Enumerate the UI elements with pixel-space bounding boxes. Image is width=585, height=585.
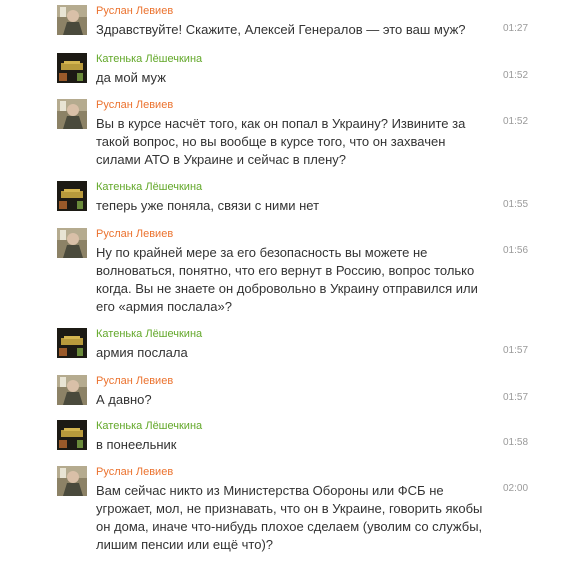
katenka-dark-avatar[interactable] xyxy=(57,328,87,358)
message-time: 01:58 xyxy=(503,437,529,448)
message-time: 01:57 xyxy=(503,345,529,356)
author-name[interactable]: Катенька Лёшечкина xyxy=(96,328,202,341)
message-text: Вам сейчас никто из Министерства Обороны… xyxy=(96,483,483,552)
message-text: А давно? xyxy=(96,392,152,407)
message-time: 01:55 xyxy=(503,199,529,210)
message-text: Вы в курсе насчёт того, как он попал в У… xyxy=(96,116,466,167)
katenka-dark-avatar[interactable] xyxy=(57,420,87,450)
message-text: Ну по крайней мере за его безопасность в… xyxy=(96,245,478,314)
message-text: в понеельник xyxy=(96,437,177,452)
katenka-dark-avatar[interactable] xyxy=(57,53,87,83)
message-time: 01:52 xyxy=(503,70,529,81)
message-time: 01:56 xyxy=(503,245,529,256)
author-name[interactable]: Катенька Лёшечкина xyxy=(96,181,202,194)
author-name[interactable]: Руслан Левиев xyxy=(96,5,173,18)
ruslan-photo-avatar[interactable] xyxy=(57,99,87,129)
ruslan-photo-avatar[interactable] xyxy=(57,375,87,405)
author-name[interactable]: Руслан Левиев xyxy=(96,99,173,112)
author-name[interactable]: Катенька Лёшечкина xyxy=(96,53,202,66)
message-time: 02:00 xyxy=(503,483,529,494)
message-time: 01:52 xyxy=(503,116,529,127)
ruslan-photo-avatar[interactable] xyxy=(57,228,87,258)
message-time: 01:27 xyxy=(503,23,529,34)
author-name[interactable]: Руслан Левиев xyxy=(96,466,173,479)
message-text: Здравствуйте! Скажите, Алексей Генералов… xyxy=(96,22,466,37)
message-text: армия послала xyxy=(96,345,188,360)
chat-history: Руслан Левиев Здравствуйте! Скажите, Але… xyxy=(0,0,585,585)
message-time: 01:57 xyxy=(503,392,529,403)
katenka-dark-avatar[interactable] xyxy=(57,181,87,211)
ruslan-photo-avatar[interactable] xyxy=(57,5,87,35)
author-name[interactable]: Катенька Лёшечкина xyxy=(96,420,202,433)
author-name[interactable]: Руслан Левиев xyxy=(96,228,173,241)
author-name[interactable]: Руслан Левиев xyxy=(96,375,173,388)
message-text: теперь уже поняла, связи с ними нет xyxy=(96,198,320,213)
message-text: да мой муж xyxy=(96,70,166,85)
ruslan-photo-avatar[interactable] xyxy=(57,466,87,496)
